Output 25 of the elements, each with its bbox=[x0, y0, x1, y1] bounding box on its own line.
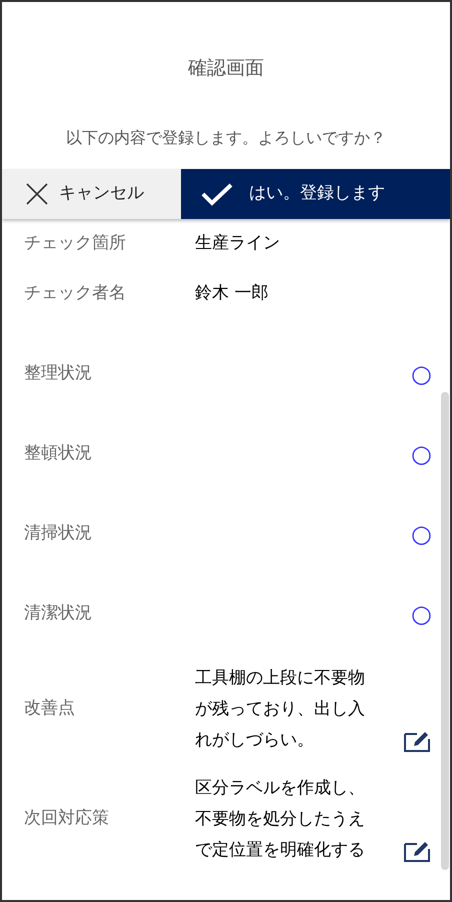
rating-mark: ○ bbox=[411, 602, 432, 626]
edit-icon[interactable] bbox=[404, 730, 430, 752]
field-label: 清潔状況 bbox=[24, 602, 92, 626]
field-label: 改善点 bbox=[24, 697, 76, 720]
cancel-button[interactable]: キャンセル bbox=[2, 169, 181, 219]
field-value: 区分ラベルを作成し、不要物を処分したうえで定位置を明確化する bbox=[195, 776, 366, 862]
field-label: 整理状況 bbox=[24, 362, 92, 386]
field-label: チェック箇所 bbox=[24, 232, 127, 256]
scrollbar[interactable] bbox=[441, 392, 449, 870]
rating-mark: ○ bbox=[411, 442, 432, 466]
field-value: 鈴木 一郎 bbox=[195, 282, 268, 306]
check-icon bbox=[201, 182, 233, 206]
close-icon bbox=[25, 182, 49, 206]
edit-icon[interactable] bbox=[404, 840, 430, 862]
confirm-message: 以下の内容で登録します。よろしいですか？ bbox=[65, 127, 387, 149]
rating-mark: ○ bbox=[411, 522, 432, 546]
rating-mark: ○ bbox=[411, 362, 432, 386]
field-value: 工具棚の上段に不要物が残っており、出し入れがしづらい。 bbox=[195, 666, 366, 752]
field-value: 生産ライン bbox=[195, 232, 280, 256]
dialog-title: 確認画面 bbox=[187, 56, 265, 81]
confirm-button[interactable]: はい。登録します bbox=[181, 169, 450, 219]
field-label: 清掃状況 bbox=[24, 522, 92, 546]
field-label: チェック者名 bbox=[24, 282, 127, 306]
field-label: 次回対応策 bbox=[24, 807, 110, 830]
field-label: 整頓状況 bbox=[24, 442, 92, 466]
